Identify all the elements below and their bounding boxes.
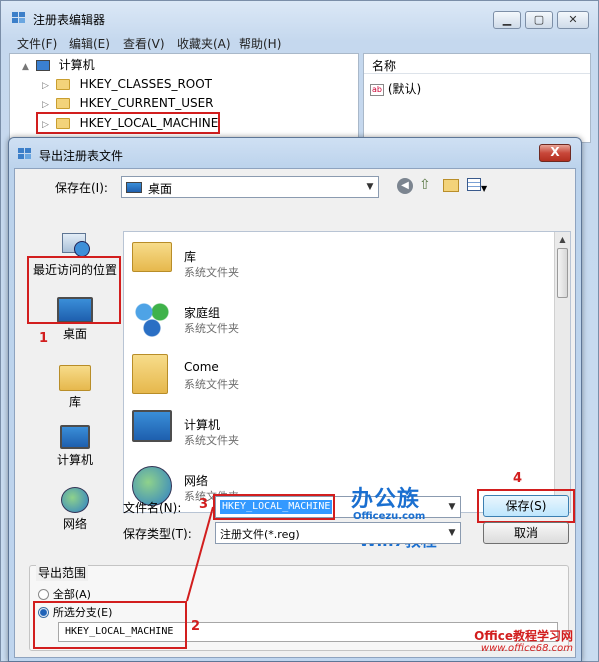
computer-icon xyxy=(35,60,50,71)
export-dialog: 导出注册表文件 X 保存在(I): 桌面 ▼ ◀ ⇧ ▼ 最近访问的位置 桌面 … xyxy=(8,137,582,662)
value-name: (默认) xyxy=(387,82,422,96)
menu-bar: 文件(F) 编辑(E) 查看(V) 收藏夹(A) 帮助(H) xyxy=(9,33,591,53)
regedit-app-icon xyxy=(11,10,27,24)
tree-node-current-user[interactable]: ▷ HKEY_CURRENT_USER xyxy=(42,94,214,113)
menu-file[interactable]: 文件(F) xyxy=(17,35,57,52)
folder-icon xyxy=(55,79,70,90)
title-bar: 注册表编辑器 ▁ ▢ ✕ xyxy=(9,7,589,29)
column-header-label: 名称 xyxy=(372,59,397,73)
close-button[interactable]: ✕ xyxy=(557,11,589,29)
values-list[interactable]: 名称 ab (默认) xyxy=(363,53,591,143)
string-value-icon: ab xyxy=(370,83,384,96)
tree-node-label: HKEY_CLASSES_ROOT xyxy=(79,77,213,91)
watermark-url: www.office68.com xyxy=(480,643,573,654)
column-header-name[interactable]: 名称 xyxy=(364,54,590,74)
dialog-close-button[interactable]: X xyxy=(539,144,571,162)
menu-edit[interactable]: 编辑(E) xyxy=(69,35,110,52)
site-watermark: Office教程学习网 www.office68.com xyxy=(467,625,577,659)
dialog-body: 保存在(I): 桌面 ▼ ◀ ⇧ ▼ 最近访问的位置 桌面 库 计算机 网络 1… xyxy=(14,168,576,658)
tree-node-classes-root[interactable]: ▷ HKEY_CLASSES_ROOT xyxy=(42,75,212,94)
registry-tree[interactable]: ▲ 计算机 ▷ HKEY_CLASSES_ROOT ▷ HKEY_CURRENT… xyxy=(9,53,359,143)
collapse-icon[interactable]: ▲ xyxy=(22,58,32,77)
menu-view[interactable]: 查看(V) xyxy=(123,35,165,52)
minimize-button[interactable]: ▁ xyxy=(493,11,521,29)
tree-node-label: HKEY_CURRENT_USER xyxy=(79,96,214,110)
highlight-box-local-machine xyxy=(36,112,220,134)
tree-node-label: 计算机 xyxy=(58,58,95,72)
watermark-title: Office教程学习网 xyxy=(474,629,573,643)
annotation-connector xyxy=(186,506,214,602)
maximize-button[interactable]: ▢ xyxy=(525,11,553,29)
dialog-title: 导出注册表文件 xyxy=(39,149,124,163)
window-title: 注册表编辑器 xyxy=(33,13,106,27)
export-dialog-icon xyxy=(17,146,33,160)
menu-favorites[interactable]: 收藏夹(A) xyxy=(177,35,231,52)
tree-node-computer[interactable]: ▲ 计算机 xyxy=(22,56,95,75)
folder-icon xyxy=(55,98,70,109)
menu-help[interactable]: 帮助(H) xyxy=(239,35,281,52)
value-row-default[interactable]: ab (默认) xyxy=(370,80,421,97)
